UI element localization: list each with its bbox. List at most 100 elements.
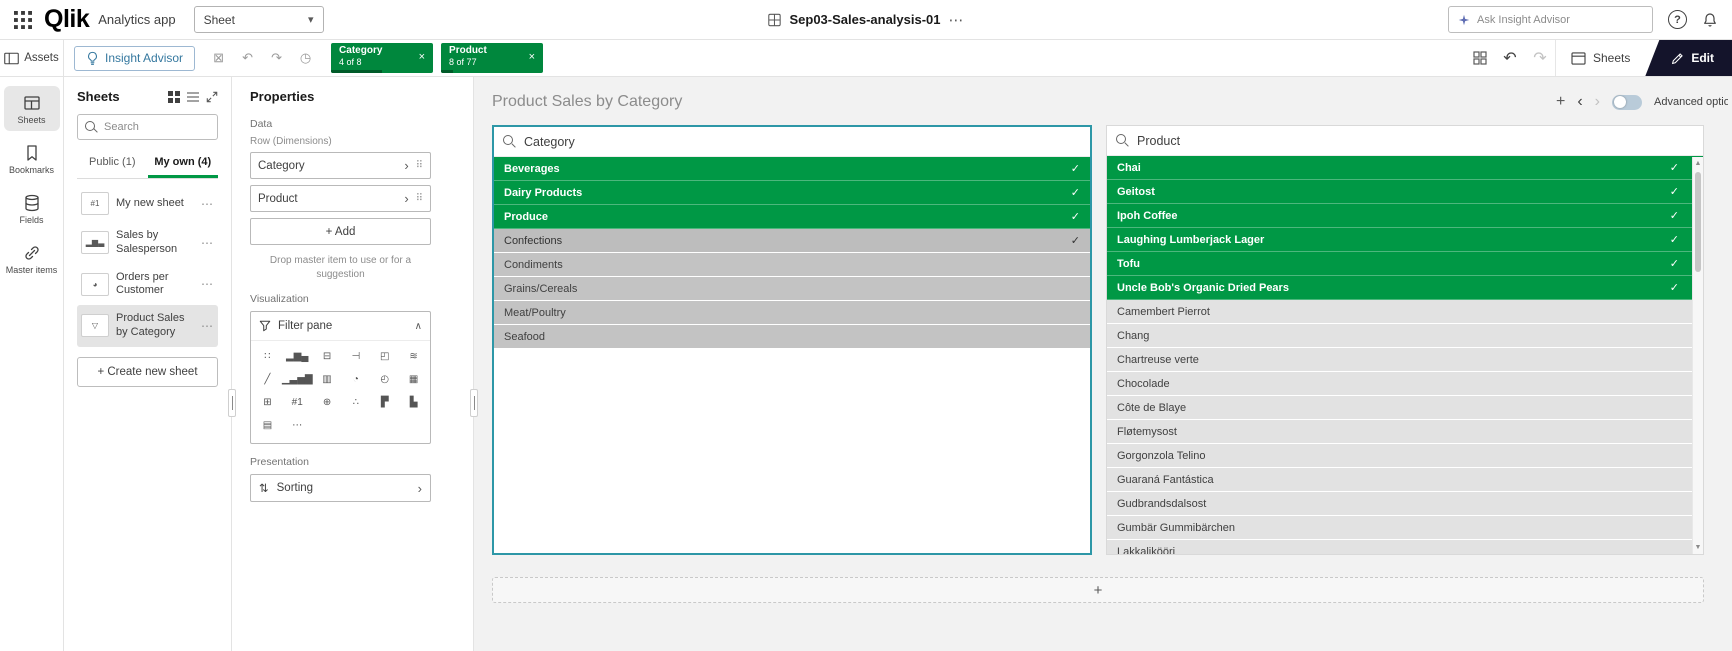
sidebar-item-sheets[interactable]: Sheets: [3, 86, 60, 131]
tab-public[interactable]: Public (1): [77, 150, 148, 178]
advanced-options-toggle[interactable]: [1612, 94, 1642, 110]
line-chart-icon[interactable]: ╱: [253, 368, 282, 391]
waterfall-chart-icon[interactable]: ▙: [399, 391, 428, 414]
filter-list-item[interactable]: Confections ✓: [494, 229, 1090, 253]
add-dimension-button[interactable]: + Add: [250, 218, 431, 245]
previous-sheet-icon[interactable]: ‹: [1577, 93, 1582, 111]
tab-my-own[interactable]: My own (4): [147, 150, 218, 178]
layout-grid-icon[interactable]: [1465, 43, 1495, 73]
filter-list-item[interactable]: Grains/Cereals: [494, 277, 1090, 301]
notifications-bell-icon[interactable]: [1702, 12, 1718, 28]
mekko-chart-icon[interactable]: ▥: [313, 368, 342, 391]
pivot-table-icon[interactable]: ⊞: [253, 391, 282, 414]
sidebar-item-master-items[interactable]: Master items: [4, 236, 60, 281]
dimension-field[interactable]: Product › ⠿: [250, 185, 431, 212]
combo-chart-icon[interactable]: ≋: [399, 345, 428, 368]
selections-forward-icon[interactable]: ↷: [263, 45, 290, 72]
dimension-field[interactable]: Category › ⠿: [250, 152, 431, 179]
filter-list-item[interactable]: Ipoh Coffee ✓: [1107, 204, 1703, 228]
filter-list-item[interactable]: Uncle Bob's Organic Dried Pears ✓: [1107, 276, 1703, 300]
sheet-selector-dropdown[interactable]: Sheet ▾: [193, 6, 324, 33]
filter-list-item[interactable]: Dairy Products ✓: [494, 181, 1090, 205]
sidebar-item-bookmarks[interactable]: Bookmarks: [4, 136, 60, 181]
filter-list-item[interactable]: Chocolade: [1107, 372, 1703, 396]
filter-list-item[interactable]: Laughing Lumberjack Lager ✓: [1107, 228, 1703, 252]
pie-chart-icon[interactable]: ◔: [341, 368, 370, 391]
properties-panel-collapse-handle[interactable]: [470, 389, 478, 417]
next-sheet-icon[interactable]: ›: [1595, 93, 1600, 111]
filter-list-item[interactable]: Seafood: [494, 325, 1090, 349]
bullet-chart-icon[interactable]: ⊣: [341, 345, 370, 368]
sheets-nav-button[interactable]: Sheets: [1554, 40, 1645, 76]
product-filter-pane[interactable]: Product Chai ✓ Geitost ✓ Ipoh Coffee ✓ L…: [1106, 125, 1704, 555]
filter-list-item[interactable]: Geitost ✓: [1107, 180, 1703, 204]
filter-list-item[interactable]: Chartreuse verte: [1107, 348, 1703, 372]
undo-button[interactable]: ↶: [1495, 48, 1525, 68]
create-new-sheet-button[interactable]: + Create new sheet: [77, 356, 218, 387]
document-more-button[interactable]: ⋯: [949, 11, 965, 29]
filter-list-item[interactable]: Gumbär Gummibärchen: [1107, 516, 1703, 540]
box-plot-icon[interactable]: ⊟: [313, 345, 342, 368]
filter-list-item[interactable]: Beverages ✓: [494, 157, 1090, 181]
gauge-icon[interactable]: ◴: [370, 368, 399, 391]
category-pane-header[interactable]: Category: [494, 127, 1090, 157]
filter-list-item[interactable]: Fløtemysost: [1107, 420, 1703, 444]
add-sheet-icon[interactable]: +: [1556, 93, 1565, 111]
insight-advisor-input[interactable]: [1477, 13, 1643, 26]
help-button[interactable]: ?: [1668, 10, 1687, 29]
histogram-icon[interactable]: ▁▃▅▇: [282, 368, 313, 391]
sheet-item-more-button[interactable]: ⋯: [201, 197, 214, 211]
filter-list-item[interactable]: Tofu ✓: [1107, 252, 1703, 276]
table-icon[interactable]: ▦: [399, 368, 428, 391]
container-icon[interactable]: ◰: [370, 345, 399, 368]
list-view-icon[interactable]: [187, 91, 199, 103]
filter-list-item[interactable]: Meat/Poultry: [494, 301, 1090, 325]
selection-chip[interactable]: Category 4 of 8 ×: [331, 43, 434, 73]
sheet-item-more-button[interactable]: ⋯: [201, 277, 214, 291]
scroll-down-icon[interactable]: ▼: [1693, 544, 1703, 551]
sorting-row[interactable]: ⇅ Sorting ›: [250, 474, 431, 502]
sheets-search-input[interactable]: [104, 121, 210, 133]
sheets-panel-collapse-handle[interactable]: [228, 389, 236, 417]
sheets-search-box[interactable]: [77, 114, 218, 140]
edit-button[interactable]: Edit: [1645, 40, 1732, 76]
assets-button[interactable]: Assets: [0, 40, 64, 76]
chevron-up-icon[interactable]: ∧: [415, 321, 422, 332]
add-row-button[interactable]: +: [492, 577, 1704, 603]
grid-view-icon[interactable]: [168, 90, 180, 103]
chip-close-icon[interactable]: ×: [419, 51, 425, 63]
bar-chart-icon[interactable]: ▂▆▄: [282, 345, 313, 368]
more-charts-icon[interactable]: ⋯: [282, 414, 313, 437]
product-pane-header[interactable]: Product: [1107, 126, 1703, 156]
distribution-plot-icon[interactable]: ∷: [253, 345, 282, 368]
treemap-icon[interactable]: ▛: [370, 391, 399, 414]
filter-list-item[interactable]: Gorgonzola Telino: [1107, 444, 1703, 468]
sheet-item-more-button[interactable]: ⋯: [201, 236, 214, 250]
scroll-thumb[interactable]: [1695, 172, 1701, 272]
sheet-list-item[interactable]: ▽ Product Sales by Category ⋯: [77, 305, 218, 347]
drag-handle-icon[interactable]: ⠿: [416, 160, 423, 171]
selection-chip[interactable]: Product 8 of 77 ×: [441, 43, 544, 73]
drag-handle-icon[interactable]: ⠿: [416, 193, 423, 204]
filter-list-item[interactable]: Chai ✓: [1107, 156, 1703, 180]
chip-close-icon[interactable]: ×: [529, 51, 535, 63]
sheet-list-item[interactable]: #1 My new sheet ⋯: [77, 185, 218, 222]
sheet-list-item[interactable]: ◕ Orders per Customer ⋯: [77, 264, 218, 306]
selections-back-icon[interactable]: ↶: [234, 45, 261, 72]
sheet-item-more-button[interactable]: ⋯: [201, 319, 214, 333]
clear-selections-icon[interactable]: ⊠: [205, 45, 232, 72]
filter-list-item[interactable]: Lakkalikööri: [1107, 540, 1703, 554]
redo-button[interactable]: ↷: [1525, 48, 1555, 68]
product-scrollbar[interactable]: ▲ ▼: [1692, 157, 1703, 554]
filter-list-item[interactable]: Produce ✓: [494, 205, 1090, 229]
filter-list-item[interactable]: Guaraná Fantástica: [1107, 468, 1703, 492]
filter-list-item[interactable]: Condiments: [494, 253, 1090, 277]
selections-history-icon[interactable]: ◷: [292, 45, 319, 72]
filter-list-item[interactable]: Côte de Blaye: [1107, 396, 1703, 420]
chevron-right-icon[interactable]: ›: [404, 191, 408, 206]
sidebar-item-fields[interactable]: Fields: [4, 186, 60, 231]
filter-list-item[interactable]: Gudbrandsdalsost: [1107, 492, 1703, 516]
text-image-icon[interactable]: ▤: [253, 414, 282, 437]
scatter-plot-icon[interactable]: ∴: [341, 391, 370, 414]
map-icon[interactable]: ⊕: [313, 391, 342, 414]
